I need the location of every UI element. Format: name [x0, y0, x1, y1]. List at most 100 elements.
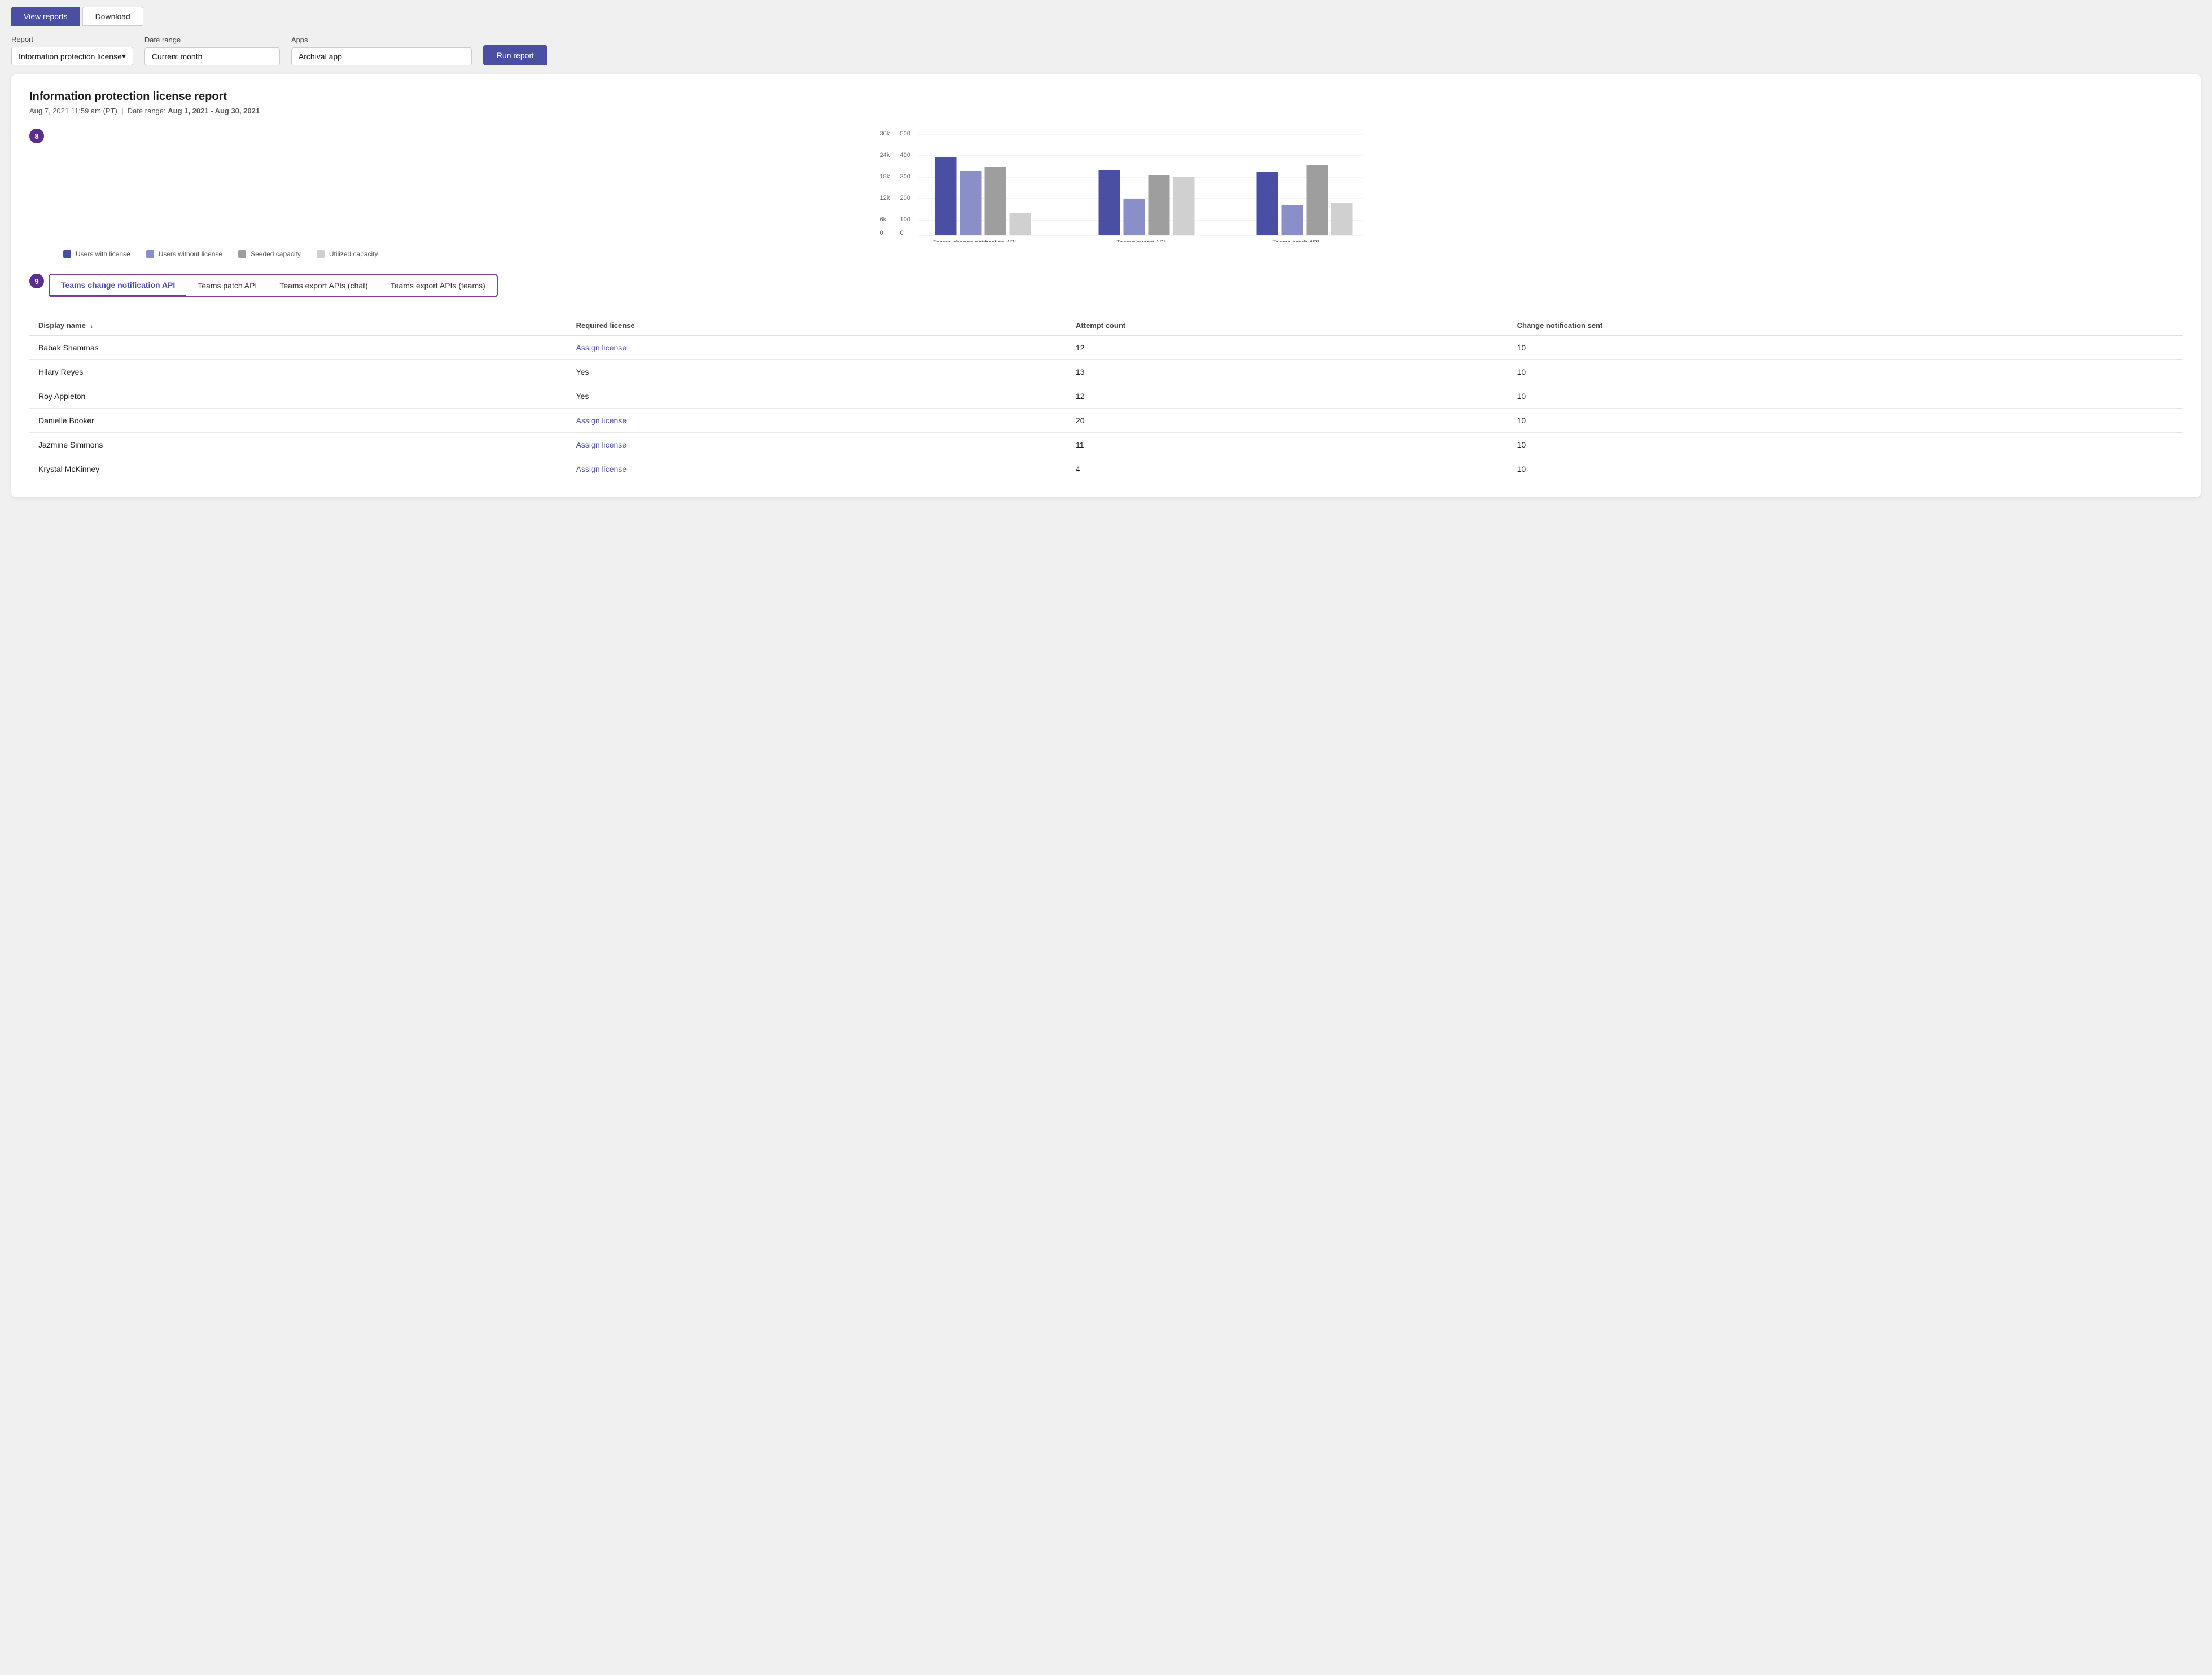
view-reports-tab[interactable]: View reports [11, 7, 80, 26]
svg-text:300: 300 [900, 173, 910, 180]
api-tabs-container: Teams change notification API Teams patc… [49, 274, 498, 297]
date-range-display: Aug 1, 2021 - Aug 30, 2021 [168, 107, 260, 115]
step9-badge: 9 [29, 274, 44, 288]
legend-users-without-license: Users without license [146, 250, 222, 258]
run-report-button[interactable]: Run report [483, 45, 547, 65]
tab-bar: View reports Download [0, 0, 2212, 26]
tab-teams-export-apis-chat[interactable]: Teams export APIs (chat) [268, 275, 379, 296]
table-row: Krystal McKinneyAssign license410 [29, 457, 2183, 481]
cell-attempt-count: 20 [1067, 409, 1508, 433]
col-header-required-license: Required license [567, 315, 1067, 336]
report-dropdown[interactable]: Information protection license ▾ [11, 47, 133, 65]
report-filter-group: Report Information protection license ▾ [11, 35, 133, 65]
col-header-display-name: Display name ↓ [29, 315, 567, 336]
svg-text:500: 500 [900, 130, 910, 137]
cell-display-name: Danielle Booker [29, 409, 567, 433]
data-table: Display name ↓ Required license Attempt … [29, 315, 2183, 481]
cell-required-license: Yes [567, 384, 1067, 409]
date-range-label: Date range [144, 36, 280, 44]
apps-filter-group: Apps Archival app [291, 36, 472, 65]
table-row: Jazmine SimmonsAssign license1110 [29, 433, 2183, 457]
apps-input[interactable]: Archival app [291, 47, 472, 65]
legend-label-users-with-license: Users with license [76, 250, 130, 258]
cell-change-notification-sent: 10 [1508, 384, 2183, 409]
cell-display-name: Jazmine Simmons [29, 433, 567, 457]
svg-text:Teams change notification API: Teams change notification API [933, 239, 1016, 242]
date-range-filter-group: Date range Current month [144, 36, 280, 65]
tab-teams-patch-api[interactable]: Teams patch API [186, 275, 268, 296]
svg-text:100: 100 [900, 216, 910, 223]
cell-attempt-count: 13 [1067, 360, 1508, 384]
chart-legend: Users with license Users without license… [29, 250, 2183, 258]
chart-svg: 30k 24k 18k 12k 6k 0 500 400 300 200 100… [49, 129, 2183, 242]
cell-required-license[interactable]: Assign license [567, 336, 1067, 360]
download-tab[interactable]: Download [82, 7, 143, 26]
legend-color-users-without-license [146, 250, 154, 258]
apps-label: Apps [291, 36, 472, 44]
cell-change-notification-sent: 10 [1508, 360, 2183, 384]
date-range-value: Current month [152, 52, 202, 61]
cell-required-license[interactable]: Assign license [567, 457, 1067, 481]
cell-change-notification-sent: 10 [1508, 433, 2183, 457]
cell-required-license: Yes [567, 360, 1067, 384]
table-header-row: Display name ↓ Required license Attempt … [29, 315, 2183, 336]
legend-label-seeded-capacity: Seeded capacity [251, 250, 301, 258]
legend-color-seeded-capacity [238, 250, 246, 258]
col-header-attempt-count: Attempt count [1067, 315, 1508, 336]
cell-change-notification-sent: 10 [1508, 409, 2183, 433]
filters-bar: Report Information protection license ▾ … [0, 26, 2212, 74]
table-row: Babak ShammasAssign license1210 [29, 336, 2183, 360]
col-header-change-notification-sent: Change notification sent [1508, 315, 2183, 336]
cell-display-name: Roy Appleton [29, 384, 567, 409]
sort-icon[interactable]: ↓ [90, 323, 93, 330]
svg-text:0: 0 [880, 230, 883, 236]
report-meta: Aug 7, 2021 11:59 am (PT) | Date range: … [29, 107, 2183, 115]
svg-text:Teams patch API: Teams patch API [1272, 239, 1319, 242]
table-body: Babak ShammasAssign license1210Hilary Re… [29, 336, 2183, 481]
cell-attempt-count: 11 [1067, 433, 1508, 457]
svg-text:Teams export API: Teams export API [1116, 239, 1165, 242]
svg-text:30k: 30k [880, 130, 890, 137]
cell-required-license[interactable]: Assign license [567, 409, 1067, 433]
chart-step-row: 8 30k 24k 18k 12k 6k 0 500 400 300 200 1… [29, 129, 2183, 243]
svg-text:12k: 12k [880, 195, 890, 201]
legend-label-users-without-license: Users without license [159, 250, 222, 258]
tab-teams-change-notification-api[interactable]: Teams change notification API [50, 275, 186, 296]
table-row: Roy AppletonYes1210 [29, 384, 2183, 409]
apps-value: Archival app [299, 52, 342, 61]
legend-seeded-capacity: Seeded capacity [238, 250, 301, 258]
cell-display-name: Krystal McKinney [29, 457, 567, 481]
svg-text:6k: 6k [880, 216, 887, 223]
legend-color-utilized-capacity [317, 250, 325, 258]
cell-change-notification-sent: 10 [1508, 457, 2183, 481]
legend-label-utilized-capacity: Utilized capacity [329, 250, 378, 258]
cell-attempt-count: 12 [1067, 336, 1508, 360]
cell-required-license[interactable]: Assign license [567, 433, 1067, 457]
cell-display-name: Babak Shammas [29, 336, 567, 360]
api-tabs-step-row: 9 Teams change notification API Teams pa… [29, 274, 2183, 309]
cell-attempt-count: 12 [1067, 384, 1508, 409]
report-title: Information protection license report [29, 90, 2183, 103]
svg-text:400: 400 [900, 152, 910, 159]
svg-text:0: 0 [900, 230, 904, 236]
tab-teams-export-apis-teams[interactable]: Teams export APIs (teams) [379, 275, 497, 296]
report-value: Information protection license [19, 52, 122, 61]
legend-color-users-with-license [63, 250, 71, 258]
date-generated: Aug 7, 2021 11:59 am (PT) [29, 107, 117, 115]
cell-attempt-count: 4 [1067, 457, 1508, 481]
report-card: Information protection license report Au… [11, 74, 2201, 497]
table-row: Danielle BookerAssign license2010 [29, 409, 2183, 433]
legend-utilized-capacity: Utilized capacity [317, 250, 378, 258]
table-row: Hilary ReyesYes1310 [29, 360, 2183, 384]
svg-text:18k: 18k [880, 173, 890, 180]
step8-badge: 8 [29, 129, 44, 143]
date-range-input[interactable]: Current month [144, 47, 280, 65]
svg-text:24k: 24k [880, 152, 890, 159]
report-label: Report [11, 35, 133, 43]
legend-users-with-license: Users with license [63, 250, 130, 258]
chevron-down-icon: ▾ [122, 51, 126, 61]
svg-text:200: 200 [900, 195, 910, 201]
chart-container: 30k 24k 18k 12k 6k 0 500 400 300 200 100… [49, 129, 2183, 243]
cell-display-name: Hilary Reyes [29, 360, 567, 384]
cell-change-notification-sent: 10 [1508, 336, 2183, 360]
